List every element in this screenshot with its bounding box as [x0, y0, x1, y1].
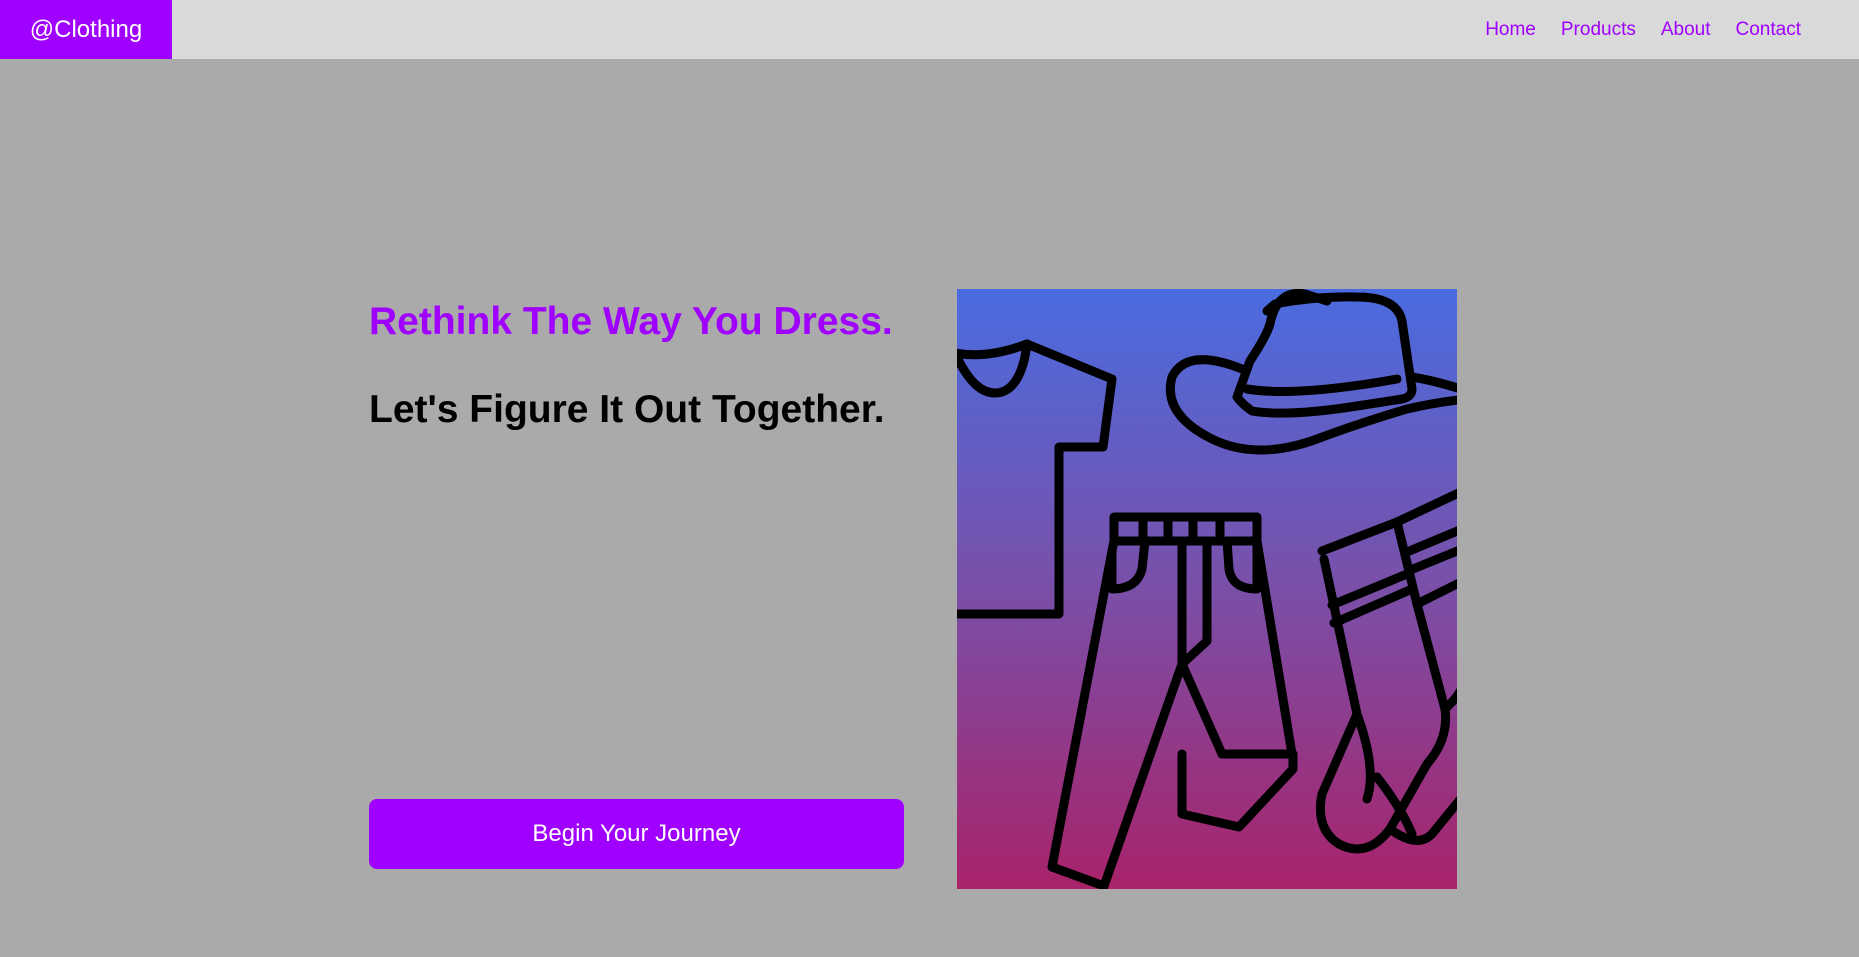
nav-link-contact[interactable]: Contact — [1736, 19, 1801, 41]
tshirt-icon — [957, 339, 1117, 619]
pants-icon — [1047, 512, 1298, 889]
brand-logo[interactable]: @Clothing — [0, 0, 172, 59]
hat-icon — [1165, 289, 1457, 455]
hero-subline: Let's Figure It Out Together. — [369, 388, 885, 431]
begin-journey-button[interactable]: Begin Your Journey — [369, 799, 904, 869]
hero-tagline: Rethink The Way You Dress. — [369, 300, 893, 343]
hero-clothing-image — [957, 289, 1457, 889]
socks-icon — [1315, 488, 1457, 854]
nav-link-about[interactable]: About — [1661, 19, 1711, 41]
nav-link-products[interactable]: Products — [1561, 19, 1636, 41]
nav-link-home[interactable]: Home — [1485, 19, 1536, 41]
nav-links: Home Products About Contact — [1485, 0, 1801, 59]
navbar: @Clothing Home Products About Contact — [0, 0, 1859, 59]
